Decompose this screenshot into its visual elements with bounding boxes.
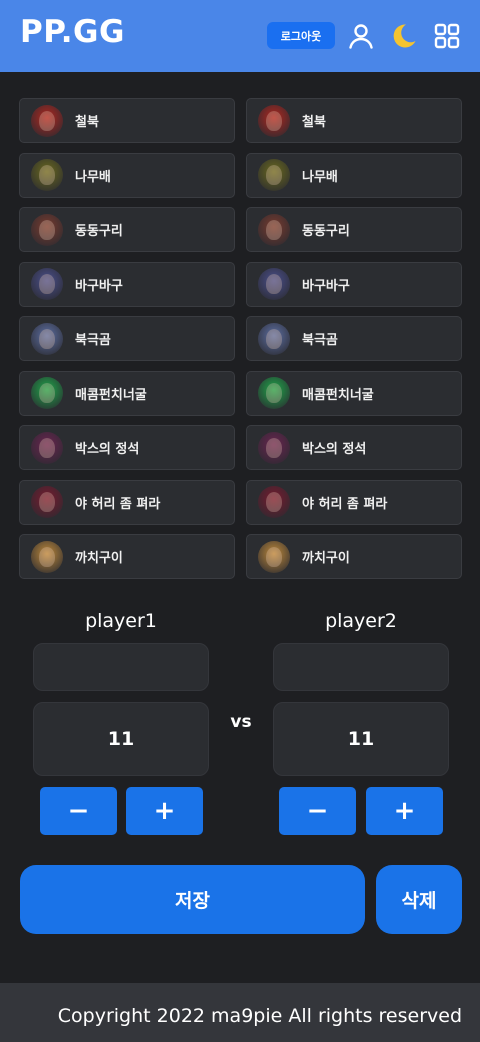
player1-name-input[interactable]	[33, 643, 209, 691]
player2-name-input[interactable]	[273, 643, 449, 691]
champion-card[interactable]: 북극곰	[246, 316, 462, 361]
delete-button[interactable]: 삭제	[376, 865, 462, 934]
champion-card[interactable]: 매콤펀치너굴	[19, 370, 235, 416]
save-button[interactable]: 저장	[20, 865, 365, 934]
champion-card[interactable]: 나무배	[19, 152, 235, 198]
player2-score: 11	[273, 702, 449, 776]
champion-label: 철북	[75, 115, 99, 130]
user-icon[interactable]	[347, 22, 375, 50]
champion-label: 철북	[302, 115, 326, 130]
app-header: PP.GG 로그아웃	[0, 0, 480, 72]
champion-avatar	[31, 159, 63, 191]
champion-avatar	[31, 213, 63, 246]
champion-label: 까치구이	[75, 551, 123, 566]
champion-card[interactable]: 야 허리 좀 펴라	[246, 479, 462, 525]
app-logo[interactable]: PP.GG	[20, 14, 125, 50]
champion-avatar	[31, 431, 63, 464]
champion-avatar	[258, 377, 290, 409]
champion-avatar	[31, 486, 63, 518]
champion-avatar	[258, 213, 290, 246]
player1-label: player1	[85, 610, 157, 632]
champion-avatar	[31, 540, 63, 573]
champion-avatar	[258, 322, 290, 355]
champion-card[interactable]: 까치구이	[246, 534, 462, 579]
player1-minus-button[interactable]: −	[40, 787, 117, 835]
champion-label: 박스의 정석	[302, 442, 367, 457]
champion-avatar	[258, 104, 290, 137]
player2-plus-button[interactable]: +	[366, 787, 443, 835]
champion-avatar	[258, 268, 290, 300]
champion-label: 나무배	[302, 169, 338, 185]
champion-avatar	[258, 159, 290, 191]
player2-label: player2	[325, 610, 397, 632]
champion-label: 야 허리 좀 펴라	[75, 496, 161, 512]
champion-card[interactable]: 철북	[19, 98, 235, 143]
footer: Copyright 2022 ma9pie All rights reserve…	[0, 983, 480, 1042]
champion-label: 나무배	[75, 169, 111, 185]
champion-label: 바구바구	[302, 278, 350, 294]
champion-label: 북극곰	[302, 333, 338, 348]
champion-card[interactable]: 바구바구	[246, 261, 462, 307]
logout-button[interactable]: 로그아웃	[267, 22, 335, 49]
champion-card[interactable]: 북극곰	[19, 316, 235, 361]
champion-avatar	[258, 540, 290, 573]
champion-label: 야 허리 좀 펴라	[302, 496, 388, 512]
champion-avatar	[258, 486, 290, 518]
champion-card[interactable]: 동동구리	[246, 207, 462, 252]
champion-card[interactable]: 동동구리	[19, 207, 235, 252]
champion-card[interactable]: 철북	[246, 98, 462, 143]
champion-avatar	[31, 322, 63, 355]
champion-card[interactable]: 까치구이	[19, 534, 235, 579]
player2-minus-button[interactable]: −	[279, 787, 356, 835]
champion-label: 동동구리	[75, 224, 123, 239]
champion-label: 까치구이	[302, 551, 350, 566]
champion-avatar	[31, 268, 63, 300]
champion-card[interactable]: 박스의 정석	[246, 425, 462, 470]
player1-score: 11	[33, 702, 209, 776]
champion-card[interactable]: 바구바구	[19, 261, 235, 307]
champion-avatar	[258, 431, 290, 464]
champion-avatar	[31, 377, 63, 409]
champion-label: 매콤펀치너굴	[302, 387, 374, 403]
champion-label: 바구바구	[75, 278, 123, 294]
champion-label: 매콤펀치너굴	[75, 387, 147, 403]
champion-label: 북극곰	[75, 333, 111, 348]
champion-card[interactable]: 야 허리 좀 펴라	[19, 479, 235, 525]
champion-card[interactable]: 나무배	[246, 152, 462, 198]
copyright-text: Copyright 2022 ma9pie All rights reserve…	[57, 1005, 462, 1027]
champion-label: 동동구리	[302, 224, 350, 239]
player1-plus-button[interactable]: +	[126, 787, 203, 835]
champion-label: 박스의 정석	[75, 442, 140, 457]
moon-icon[interactable]	[390, 22, 418, 50]
grid-icon[interactable]	[433, 22, 461, 50]
champion-card[interactable]: 박스의 정석	[19, 425, 235, 470]
vs-label: vs	[230, 712, 252, 732]
champion-avatar	[31, 104, 63, 137]
champion-card[interactable]: 매콤펀치너굴	[246, 370, 462, 416]
